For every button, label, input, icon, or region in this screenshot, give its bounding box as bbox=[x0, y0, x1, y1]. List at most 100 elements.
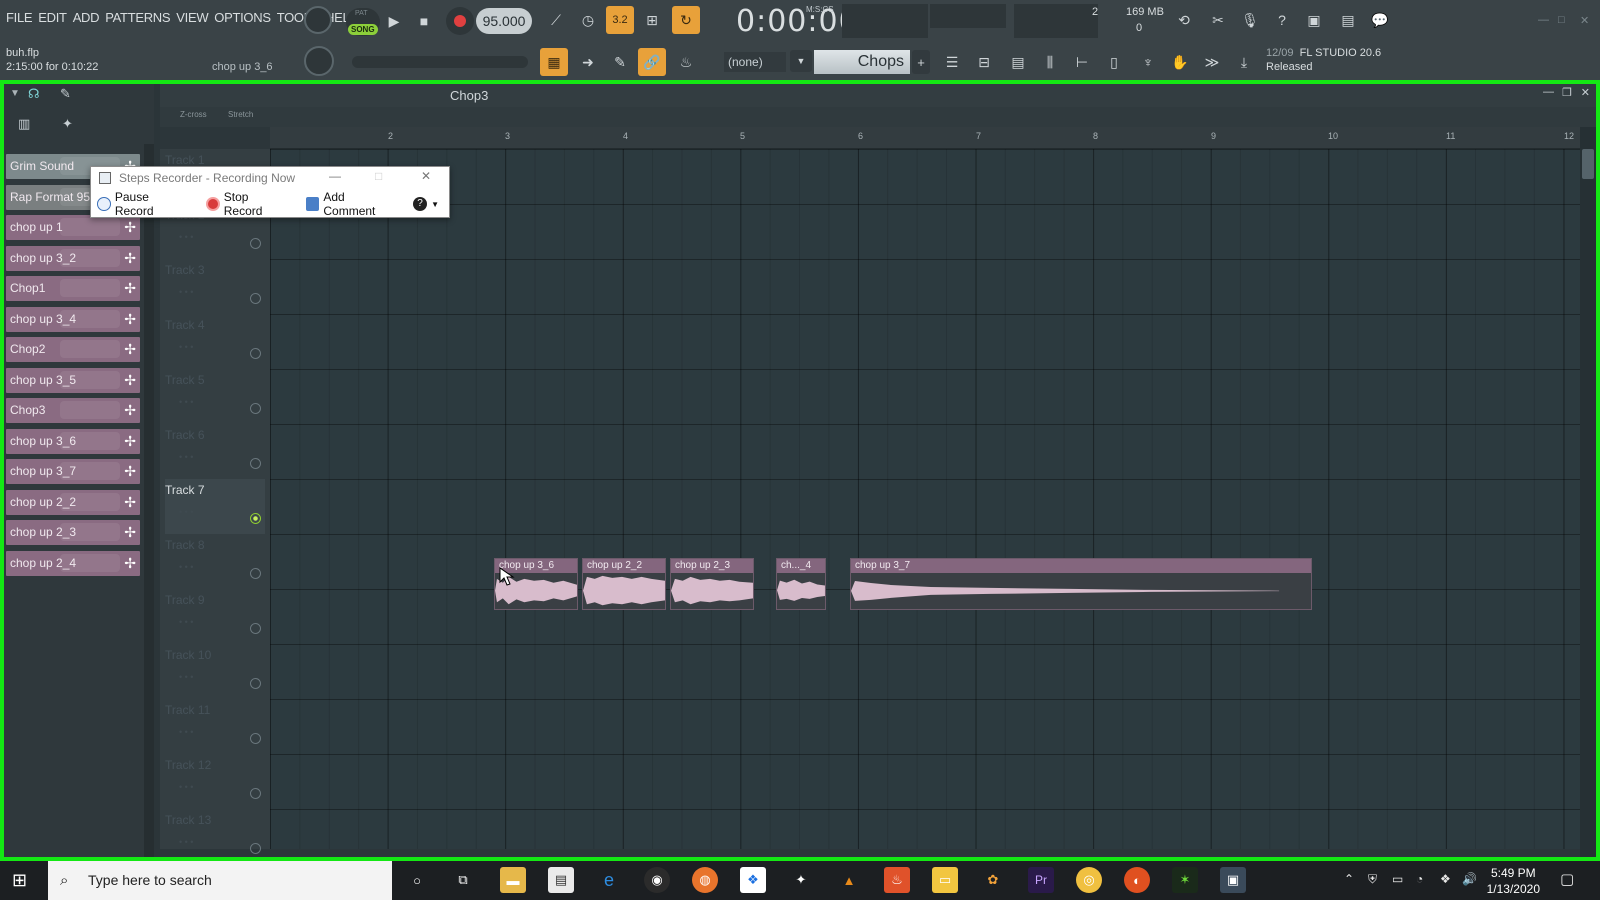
track-mute-led[interactable] bbox=[250, 238, 261, 249]
browser-tree-icon[interactable]: ⊢ bbox=[1068, 48, 1096, 76]
track-grip-icon[interactable]: • • • bbox=[179, 342, 193, 352]
help-icon[interactable]: ? bbox=[1268, 6, 1296, 34]
track-mute-led[interactable] bbox=[250, 513, 261, 524]
maximize-icon[interactable]: □ bbox=[1558, 14, 1565, 26]
track-header[interactable]: Track 7 • • • bbox=[165, 479, 265, 534]
export-icon[interactable]: ▤ bbox=[1334, 6, 1362, 34]
drag-plus-icon[interactable]: ✢ bbox=[124, 337, 136, 362]
save-icon[interactable]: ▣ bbox=[1300, 6, 1328, 34]
security-icon[interactable]: ⛨ bbox=[1368, 872, 1377, 887]
playlist-minimize-icon[interactable]: — bbox=[1543, 86, 1554, 98]
drag-plus-icon[interactable]: ✢ bbox=[124, 520, 136, 545]
step-edit-icon[interactable]: ⊞ bbox=[638, 6, 666, 34]
cortana-icon[interactable]: ○ bbox=[404, 867, 430, 893]
plugin-database-icon[interactable]: ▯ bbox=[1100, 48, 1128, 76]
pattern-selector[interactable]: Chops bbox=[814, 50, 910, 74]
master-volume-knob[interactable] bbox=[304, 6, 332, 34]
store-icon[interactable]: ▤ bbox=[548, 867, 574, 893]
track-mute-led[interactable] bbox=[250, 678, 261, 689]
brush-icon[interactable]: ✎ bbox=[606, 48, 634, 76]
wifi-icon[interactable]: ◔ bbox=[1416, 872, 1423, 886]
link-icon[interactable]: 🔗 bbox=[638, 48, 666, 76]
vertical-scrollbar[interactable] bbox=[1580, 127, 1596, 857]
channel-item[interactable]: chop up 3_6 ✢ bbox=[6, 428, 140, 454]
menu-options[interactable]: OPTIONS bbox=[214, 10, 271, 25]
piano-roll-view-icon[interactable]: ▤ bbox=[1004, 48, 1032, 76]
flame-app-icon[interactable]: ♨ bbox=[884, 867, 910, 893]
playlist-grid[interactable] bbox=[270, 149, 1580, 849]
menu-edit[interactable]: EDIT bbox=[38, 10, 67, 25]
waveform-icon[interactable]: ✦ bbox=[62, 116, 73, 132]
menu-add[interactable]: ADD bbox=[73, 10, 100, 25]
channel-item[interactable]: chop up 2_3 ✢ bbox=[6, 520, 140, 545]
channel-item[interactable]: Chop2 ✢ bbox=[6, 337, 140, 362]
add-comment-button[interactable]: Add Comment bbox=[305, 190, 400, 218]
menu-patterns[interactable]: PATTERNS bbox=[105, 10, 170, 25]
playlist-clip[interactable]: ch..._4 bbox=[776, 558, 826, 610]
countdown-icon[interactable]: 3.2 bbox=[606, 6, 634, 34]
track-header[interactable]: Track 9 • • • bbox=[165, 589, 265, 644]
drag-plus-icon[interactable]: ✢ bbox=[124, 215, 136, 240]
chat-icon[interactable]: 💬 bbox=[1366, 6, 1394, 34]
tray-expand-icon[interactable]: ⌃ bbox=[1344, 872, 1354, 886]
playlist-clip[interactable]: chop up 2_3 bbox=[670, 558, 754, 610]
notification-icon[interactable]: ▢ bbox=[1560, 870, 1574, 888]
track-grip-icon[interactable]: • • • bbox=[179, 672, 193, 682]
headphones-icon[interactable]: ☊ bbox=[28, 86, 40, 102]
pat-song-toggle[interactable]: PAT SONG bbox=[346, 8, 380, 36]
premiere-pro-icon[interactable]: Pr bbox=[1028, 867, 1054, 893]
track-grip-icon[interactable]: • • • bbox=[179, 837, 193, 847]
drag-plus-icon[interactable]: ✢ bbox=[124, 307, 136, 332]
track-header[interactable]: Track 11 • • • bbox=[165, 699, 265, 754]
master-slider[interactable] bbox=[352, 56, 528, 68]
stretch-toggle[interactable]: Stretch bbox=[228, 110, 253, 119]
pause-record-button[interactable]: Pause Record bbox=[97, 190, 190, 218]
steps-close-icon[interactable]: ✕ bbox=[421, 169, 431, 183]
taskbar-clock[interactable]: 5:49 PM 1/13/2020 bbox=[1487, 865, 1540, 897]
track-mute-led[interactable] bbox=[250, 788, 261, 799]
track-mute-led[interactable] bbox=[250, 733, 261, 744]
add-pattern-icon[interactable]: + bbox=[912, 50, 930, 74]
master-pitch-knob[interactable] bbox=[304, 46, 334, 76]
playlist-close-icon[interactable]: ✕ bbox=[1581, 86, 1590, 99]
undo-icon[interactable]: ⟲ bbox=[1170, 6, 1198, 34]
track-grip-icon[interactable]: • • • bbox=[179, 397, 193, 407]
track-header[interactable]: Track 8 • • • bbox=[165, 534, 265, 589]
steps-minimize-icon[interactable]: — bbox=[329, 169, 341, 183]
help-dropdown-button[interactable]: ? ▼ bbox=[413, 197, 439, 211]
drag-plus-icon[interactable]: ✢ bbox=[124, 398, 136, 423]
dropbox-tray-icon[interactable]: ❖ bbox=[1440, 872, 1451, 886]
channel-item[interactable]: chop up 3_5 ✢ bbox=[6, 367, 140, 393]
windows-start-icon[interactable]: ⊞ bbox=[12, 870, 27, 891]
playlist-clip[interactable]: chop up 2_2 bbox=[582, 558, 666, 610]
pattern-dropdown-icon[interactable]: ▼ bbox=[790, 50, 812, 72]
record-button[interactable] bbox=[446, 7, 474, 35]
zcross-toggle[interactable]: Z-cross bbox=[180, 110, 207, 119]
playlist-icon[interactable]: ☰ bbox=[938, 48, 966, 76]
tempo-display[interactable]: 95.000 bbox=[476, 8, 532, 34]
timeline-ruler[interactable]: 2 3 4 5 6 7 8 9 10 11 12 bbox=[270, 127, 1580, 149]
browser-scrollbar[interactable] bbox=[144, 144, 154, 857]
piano-keys-icon[interactable]: ▥ bbox=[18, 116, 30, 132]
drag-plus-icon[interactable]: ✢ bbox=[124, 246, 136, 271]
snap-select[interactable]: (none) bbox=[724, 52, 786, 72]
folder-icon[interactable]: ▭ bbox=[932, 867, 958, 893]
track-mute-led[interactable] bbox=[250, 623, 261, 634]
track-mute-led[interactable] bbox=[250, 348, 261, 359]
steps-recorder-taskbar-icon[interactable]: ▣ bbox=[1220, 867, 1246, 893]
loop-record-icon[interactable]: ↻ bbox=[672, 6, 700, 34]
edge-icon[interactable]: e bbox=[596, 867, 622, 893]
channel-item[interactable]: chop up 3_4 ✢ bbox=[6, 306, 140, 332]
metronome-icon[interactable]: ⟋ bbox=[542, 6, 570, 34]
track-mute-led[interactable] bbox=[250, 843, 261, 854]
channel-item[interactable]: Chop3 ✢ bbox=[6, 398, 140, 423]
track-mute-led[interactable] bbox=[250, 568, 261, 579]
drag-plus-icon[interactable]: ✢ bbox=[124, 276, 136, 301]
taskbar-search[interactable]: ⌕ Type here to search bbox=[48, 861, 392, 900]
plugin-picker-icon[interactable]: ♆ bbox=[1134, 48, 1162, 76]
drag-plus-icon[interactable]: ✢ bbox=[124, 551, 136, 576]
volume-icon[interactable]: 🔊 bbox=[1462, 872, 1477, 886]
tag-icon[interactable]: ✎ bbox=[60, 86, 71, 102]
fl-studio-icon[interactable]: ✿ bbox=[980, 867, 1006, 893]
browser-menu-icon[interactable]: ▼ bbox=[10, 88, 20, 99]
